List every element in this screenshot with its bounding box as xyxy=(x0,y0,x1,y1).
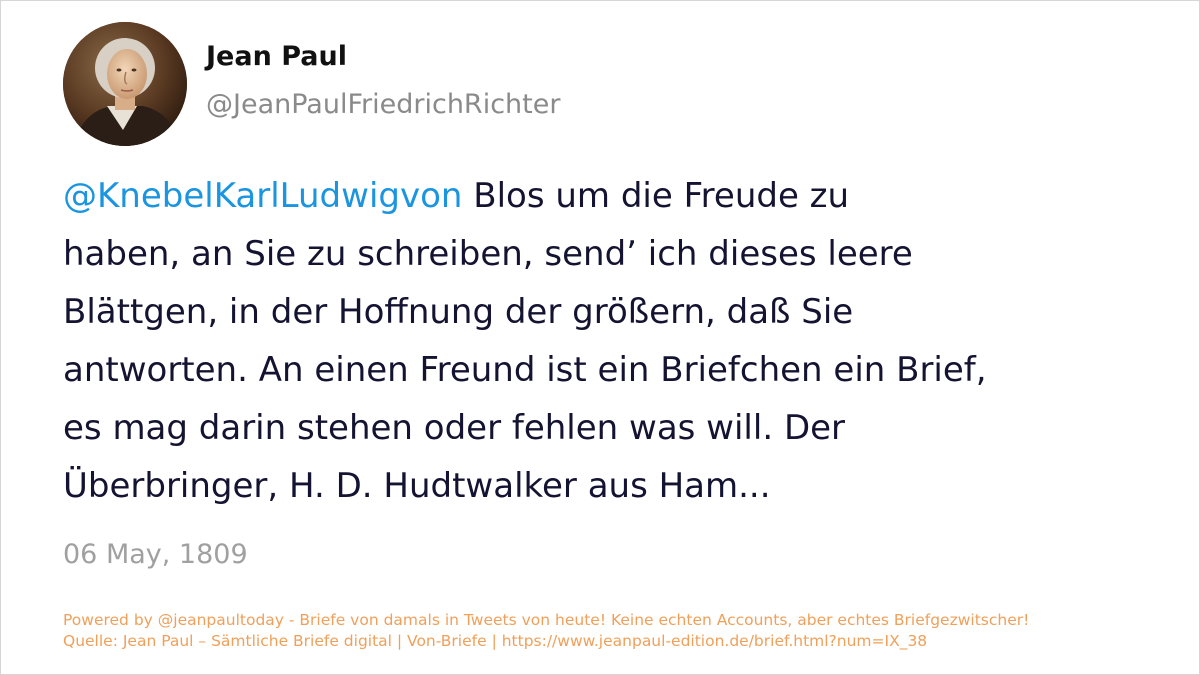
author-display-name[interactable]: Jean Paul xyxy=(206,41,347,72)
tweet-card: Jean Paul @JeanPaulFriedrichRichter @Kne… xyxy=(0,0,1200,675)
author-handle[interactable]: @JeanPaulFriedrichRichter xyxy=(206,89,560,120)
tweet-line: Blos um die Freude zu xyxy=(462,176,850,216)
tweet-line: haben, an Sie zu schreiben, send’ ich di… xyxy=(63,234,913,274)
footer-source: Quelle: Jean Paul – Sämtliche Briefe dig… xyxy=(63,632,928,650)
portrait-avatar-icon xyxy=(63,22,187,146)
tweet-body: @KnebelKarlLudwigvon Blos um die Freude … xyxy=(63,167,1103,515)
tweet-line: es mag darin stehen oder fehlen was will… xyxy=(63,408,846,448)
tweet-date: 06 May, 1809 xyxy=(63,539,248,570)
tweet-line: antworten. An einen Freund ist ein Brief… xyxy=(63,350,987,390)
tweet-line: Überbringer, H. D. Hudtwalker aus Ham... xyxy=(63,466,771,506)
author-avatar[interactable] xyxy=(63,22,187,146)
mention-link[interactable]: @KnebelKarlLudwigvon xyxy=(63,176,462,216)
footer: Powered by @jeanpaultoday - Briefe von d… xyxy=(63,610,1029,652)
footer-powered-by: Powered by @jeanpaultoday - Briefe von d… xyxy=(63,611,1030,629)
tweet-line: Blättgen, in der Hoffnung der größern, d… xyxy=(63,292,854,332)
